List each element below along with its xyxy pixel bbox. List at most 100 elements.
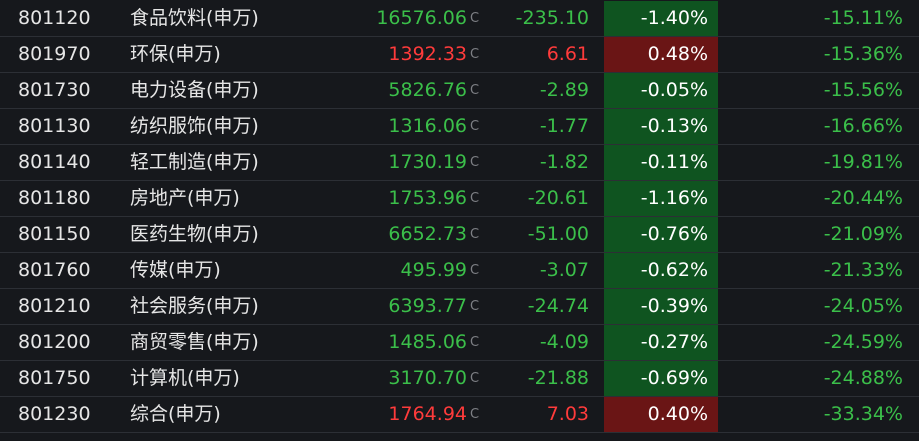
index-price: 1753.96 <box>388 187 467 209</box>
percent-change: -0.13% <box>640 115 708 137</box>
percent-change-box: -1.40% <box>604 1 718 36</box>
table-row[interactable]: 801150 医药生物(申万) 6652.73 C -51.00 -0.76% -21.09… <box>0 217 919 253</box>
percent-change: 0.40% <box>647 403 708 425</box>
table-row[interactable]: 801750 计算机(申万) 3170.70 C -21.88 -0.69% -24.88% <box>0 361 919 397</box>
index-code: 801150 <box>18 223 91 245</box>
index-change: -1.77 <box>539 115 589 137</box>
year-to-date-change: -20.44% <box>823 187 903 209</box>
price-flag: C <box>470 227 480 242</box>
index-code: 801210 <box>18 295 91 317</box>
index-code: 801970 <box>18 43 91 65</box>
index-price: 495.99 <box>400 259 467 281</box>
year-to-date-change: -33.34% <box>823 403 903 425</box>
percent-change: 0.48% <box>647 43 708 65</box>
index-name: 综合(申万) <box>130 403 221 425</box>
index-name: 电力设备(申万) <box>130 79 259 101</box>
year-to-date-change: -15.36% <box>823 43 903 65</box>
table-row[interactable]: 801180 房地产(申万) 1753.96 C -20.61 -1.16% -20.44% <box>0 181 919 217</box>
price-flag: C <box>470 263 480 278</box>
index-change: -1.82 <box>539 151 589 173</box>
index-name: 环保(申万) <box>130 43 221 65</box>
table-row[interactable]: 801730 电力设备(申万) 5826.76 C -2.89 -0.05% -15.56% <box>0 73 919 109</box>
index-price: 6652.73 <box>388 223 467 245</box>
price-flag: C <box>470 407 480 422</box>
index-name: 传媒(申万) <box>130 259 221 281</box>
percent-change-box: -0.69% <box>604 361 718 396</box>
index-change: -4.09 <box>539 331 589 353</box>
index-name: 社会服务(申万) <box>130 295 259 317</box>
index-name: 食品饮料(申万) <box>130 7 259 29</box>
index-price: 1316.06 <box>388 115 467 137</box>
price-flag: C <box>470 83 480 98</box>
price-flag: C <box>470 371 480 386</box>
index-code: 801750 <box>18 367 91 389</box>
index-code: 801180 <box>18 187 91 209</box>
index-name: 商贸零售(申万) <box>130 331 259 353</box>
table-row[interactable]: 801130 纺织服饰(申万) 1316.06 C -1.77 -0.13% -16.66% <box>0 109 919 145</box>
index-change: -21.88 <box>527 367 589 389</box>
industry-index-table: 801120 食品饮料(申万) 16576.06 C -235.10 -1.40% -15.… <box>0 0 919 441</box>
year-to-date-change: -15.56% <box>823 79 903 101</box>
year-to-date-change: -19.81% <box>823 151 903 173</box>
index-name: 轻工制造(申万) <box>130 151 259 173</box>
index-change: -51.00 <box>527 223 589 245</box>
index-name: 纺织服饰(申万) <box>130 115 259 137</box>
index-change: -3.07 <box>539 259 589 281</box>
year-to-date-change: -21.09% <box>823 223 903 245</box>
year-to-date-change: -16.66% <box>823 115 903 137</box>
index-price: 16576.06 <box>376 7 467 29</box>
table-row[interactable]: 801200 商贸零售(申万) 1485.06 C -4.09 -0.27% -24.59% <box>0 325 919 361</box>
percent-change-box: -0.11% <box>604 145 718 180</box>
index-name: 计算机(申万) <box>130 367 240 389</box>
index-price: 1392.33 <box>388 43 467 65</box>
index-change: 6.61 <box>546 43 589 65</box>
table-row[interactable]: 801140 轻工制造(申万) 1730.19 C -1.82 -0.11% -19.81% <box>0 145 919 181</box>
price-flag: C <box>470 11 480 26</box>
table-row[interactable]: 801120 食品饮料(申万) 16576.06 C -235.10 -1.40% -15.… <box>0 1 919 37</box>
percent-change-box: -0.05% <box>604 73 718 108</box>
price-flag: C <box>470 191 480 206</box>
index-change: -235.10 <box>515 7 589 29</box>
percent-change-box: -0.62% <box>604 253 718 288</box>
index-change: -20.61 <box>527 187 589 209</box>
percent-change-box: -0.27% <box>604 325 718 360</box>
table-row[interactable]: 801760 传媒(申万) 495.99 C -3.07 -0.62% -21.33% <box>0 253 919 289</box>
percent-change: -0.62% <box>640 259 708 281</box>
index-code: 801730 <box>18 79 91 101</box>
index-code: 801130 <box>18 115 91 137</box>
index-code: 801230 <box>18 403 91 425</box>
index-price: 3170.70 <box>388 367 467 389</box>
year-to-date-change: -21.33% <box>823 259 903 281</box>
table-row[interactable]: 801230 综合(申万) 1764.94 C 7.03 0.40% -33.34% <box>0 397 919 433</box>
index-price: 1485.06 <box>388 331 467 353</box>
index-change: -2.89 <box>539 79 589 101</box>
percent-change: -0.39% <box>640 295 708 317</box>
price-flag: C <box>470 335 480 350</box>
index-price: 1730.19 <box>388 151 467 173</box>
index-price: 5826.76 <box>388 79 467 101</box>
index-price: 6393.77 <box>388 295 467 317</box>
percent-change-box: -1.16% <box>604 181 718 216</box>
year-to-date-change: -24.05% <box>823 295 903 317</box>
percent-change-box: 0.40% <box>604 397 718 432</box>
price-flag: C <box>470 119 480 134</box>
index-code: 801120 <box>18 7 91 29</box>
year-to-date-change: -15.11% <box>823 7 903 29</box>
percent-change-box: -0.39% <box>604 289 718 324</box>
index-code: 801200 <box>18 331 91 353</box>
price-flag: C <box>470 47 480 62</box>
year-to-date-change: -24.59% <box>823 331 903 353</box>
price-flag: C <box>470 299 480 314</box>
index-code: 801140 <box>18 151 91 173</box>
percent-change-box: -0.13% <box>604 109 718 144</box>
percent-change-box: 0.48% <box>604 37 718 72</box>
index-price: 1764.94 <box>388 403 467 425</box>
percent-change: -0.69% <box>640 367 708 389</box>
index-code: 801760 <box>18 259 91 281</box>
percent-change: -0.76% <box>640 223 708 245</box>
percent-change: -0.27% <box>640 331 708 353</box>
percent-change: -0.11% <box>640 151 708 173</box>
table-row[interactable]: 801970 环保(申万) 1392.33 C 6.61 0.48% -15.36% <box>0 37 919 73</box>
table-row[interactable]: 801210 社会服务(申万) 6393.77 C -24.74 -0.39% -24.05… <box>0 289 919 325</box>
percent-change: -1.16% <box>640 187 708 209</box>
